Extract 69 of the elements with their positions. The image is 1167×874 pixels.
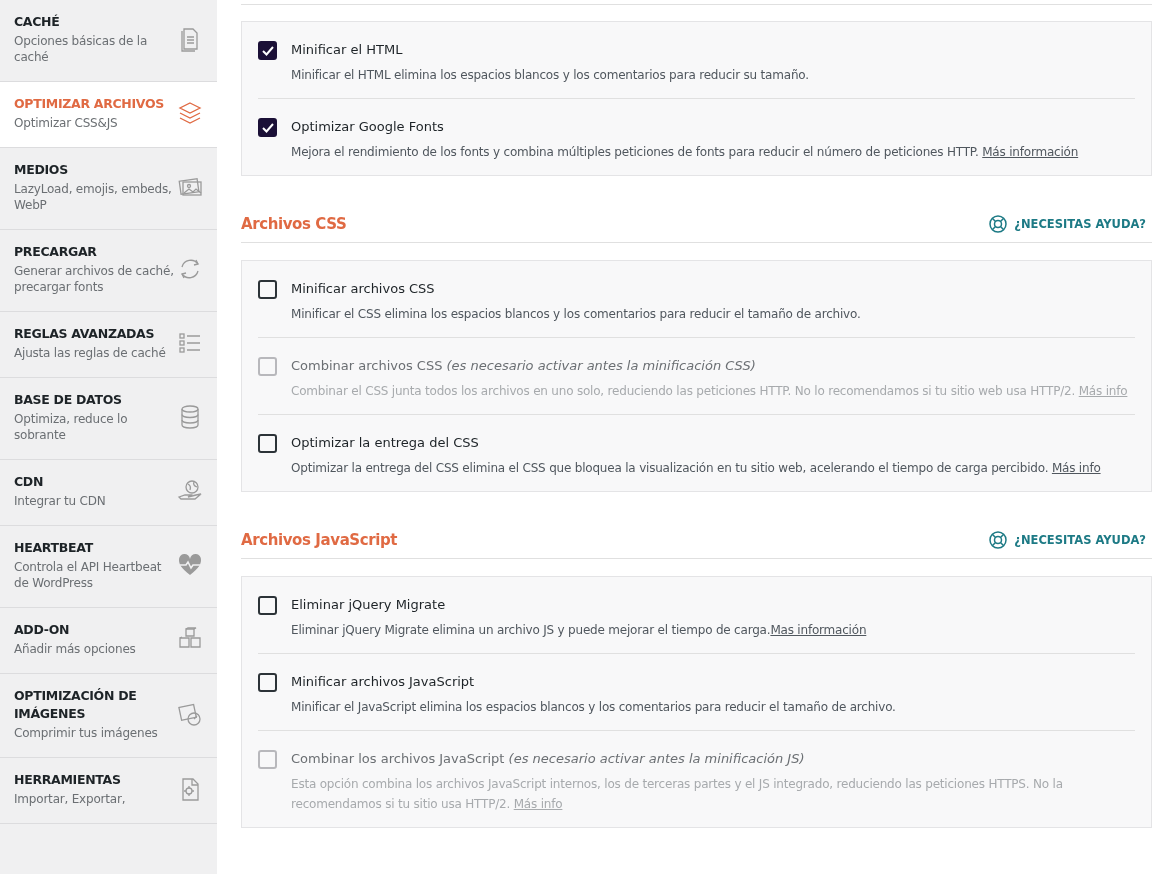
help-link[interactable]: ¿NECESITAS AYUDA? [988,530,1152,550]
image-gauge-icon [177,701,203,727]
checkbox[interactable] [258,673,277,692]
option-description: Minificar el CSS elimina los espacios blancos y los comentarios para reducir el tamaño de archivo. [291,306,861,323]
option-description: Minificar el JavaScript elimina los espacios blancos y los comentarios para reducir el tamaño de archivo. [291,699,896,716]
nav-subtitle: Integrar tu CDN [14,493,107,509]
nav-title: MEDIOS [14,161,69,179]
checkmark-icon [261,122,274,133]
option-label: Eliminar jQuery Migrate [291,596,447,614]
option-label: Combinar los archivos JavaScript (es necesario activar antes la minificación JS) [291,750,806,768]
nav-title: PRECARGAR [14,243,98,261]
option-description: Optimizar la entrega del CSS elimina el CSS que bloquea la visualización en tu sitio web, acelerando el tiempo de carga percibido. Más info [291,460,1101,477]
checklist-icon [177,330,203,356]
checkbox[interactable] [258,280,277,299]
nav-subtitle: Opciones básicas de la caché [14,33,149,65]
nav-subtitle: LazyLoad, emojis, embeds, WebP [14,181,173,213]
option-description: Esta opción combina los archivos JavaScript internos, los de terceras partes y el JS integrado, reduciendo las peticiones HTTPS. No la recomendamos si tu sitio usa HTTP/2. Más info [291,776,1064,813]
sidebar-item[interactable]: OPTIMIZAR ARCHIVOS Optimizar CSS&JS [0,82,217,148]
option-label: Minificar el HTML [291,41,404,59]
nav-subtitle: Optimizar CSS&JS [14,115,119,131]
nav-title: HERRAMIENTAS [14,771,122,789]
checkbox[interactable] [258,434,277,453]
option-label: Optimizar la entrega del CSS [291,434,480,452]
option-description: Minificar el HTML elimina los espacios blancos y los comentarios para reducir su tamaño. [291,67,809,84]
checkbox[interactable] [258,118,277,137]
sidebar-item[interactable]: OPTIMIZACIÓN DE IMÁGENES Comprimir tus imágenes [0,674,217,758]
option-description: Eliminar jQuery Migrate elimina un archivo JS y puede mejorar el tiempo de carga.Mas información [291,622,867,639]
sidebar-item[interactable]: HERRAMIENTAS Importar, Exportar, [0,758,217,824]
nav-title: ADD-ON [14,621,71,639]
nav-title: REGLAS AVANZADAS [14,325,156,343]
nav-title: OPTIMIZACIÓN DE IMÁGENES [14,687,138,723]
checkbox[interactable] [258,596,277,615]
nav-title: HEARTBEAT [14,539,95,557]
sidebar-item[interactable]: MEDIOS LazyLoad, emojis, embeds, WebP [0,148,217,230]
option-label: Combinar archivos CSS (es necesario activar antes la minificación CSS) [291,357,757,375]
nav-title: CDN [14,473,45,491]
option-description: Mejora el rendimiento de los fonts y combina múltiples peticiones de fonts para reducir el número de peticiones HTTP. Más información [291,144,1079,161]
option-label: Minificar archivos CSS [291,280,436,298]
heartbeat-icon [177,552,203,578]
nav-subtitle: Comprimir tus imágenes [14,725,159,741]
layers-icon [177,100,203,126]
option-label: Optimizar Google Fonts [291,118,445,136]
sidebar-item[interactable]: ADD-ON Añadir más opciones [0,608,217,674]
more-info-link[interactable]: Mas información [770,623,867,637]
nav-title: BASE DE DATOS [14,391,123,409]
nav-title: OPTIMIZAR ARCHIVOS [14,95,166,113]
nav-subtitle: Añadir más opciones [14,641,137,657]
more-info-link[interactable]: Más info [1051,461,1101,475]
nav-subtitle: Generar archivos de caché, precargar fonts [14,263,175,295]
checkmark-icon [261,45,274,56]
section-title: Archivos CSS [241,215,347,233]
nav-subtitle: Importar, Exportar, [14,791,127,807]
checkbox[interactable] [258,41,277,60]
sidebar-item[interactable]: REGLAS AVANZADAS Ajusta las reglas de caché [0,312,217,378]
sidebar-item[interactable]: BASE DE DATOS Optimiza, reduce lo sobrante [0,378,217,460]
option-description: Combinar el CSS junta todos los archivos en uno solo, reduciendo las peticiones HTTP. No lo recomendamos si tu sitio web usa HTTP/2. Más info [291,383,1128,400]
lifebuoy-icon [988,214,1009,234]
nav-subtitle: Ajusta las reglas de caché [14,345,167,361]
nav-subtitle: Optimiza, reduce lo sobrante [14,411,129,443]
nav-subtitle: Controla el API Heartbeat de WordPress [14,559,163,591]
nav-title: CACHÉ [14,13,61,31]
option-label: Minificar archivos JavaScript [291,673,476,691]
sidebar-item[interactable]: PRECARGAR Generar archivos de caché, precargar fonts [0,230,217,312]
sidebar-item[interactable]: HEARTBEAT Controla el API Heartbeat de WordPress [0,526,217,608]
lifebuoy-icon [988,530,1009,550]
more-info-link[interactable]: Más información [982,145,1079,159]
sidebar-item[interactable]: CDN Integrar tu CDN [0,460,217,526]
section-title: Archivos JavaScript [241,531,398,549]
help-link[interactable]: ¿NECESITAS AYUDA? [988,214,1152,234]
